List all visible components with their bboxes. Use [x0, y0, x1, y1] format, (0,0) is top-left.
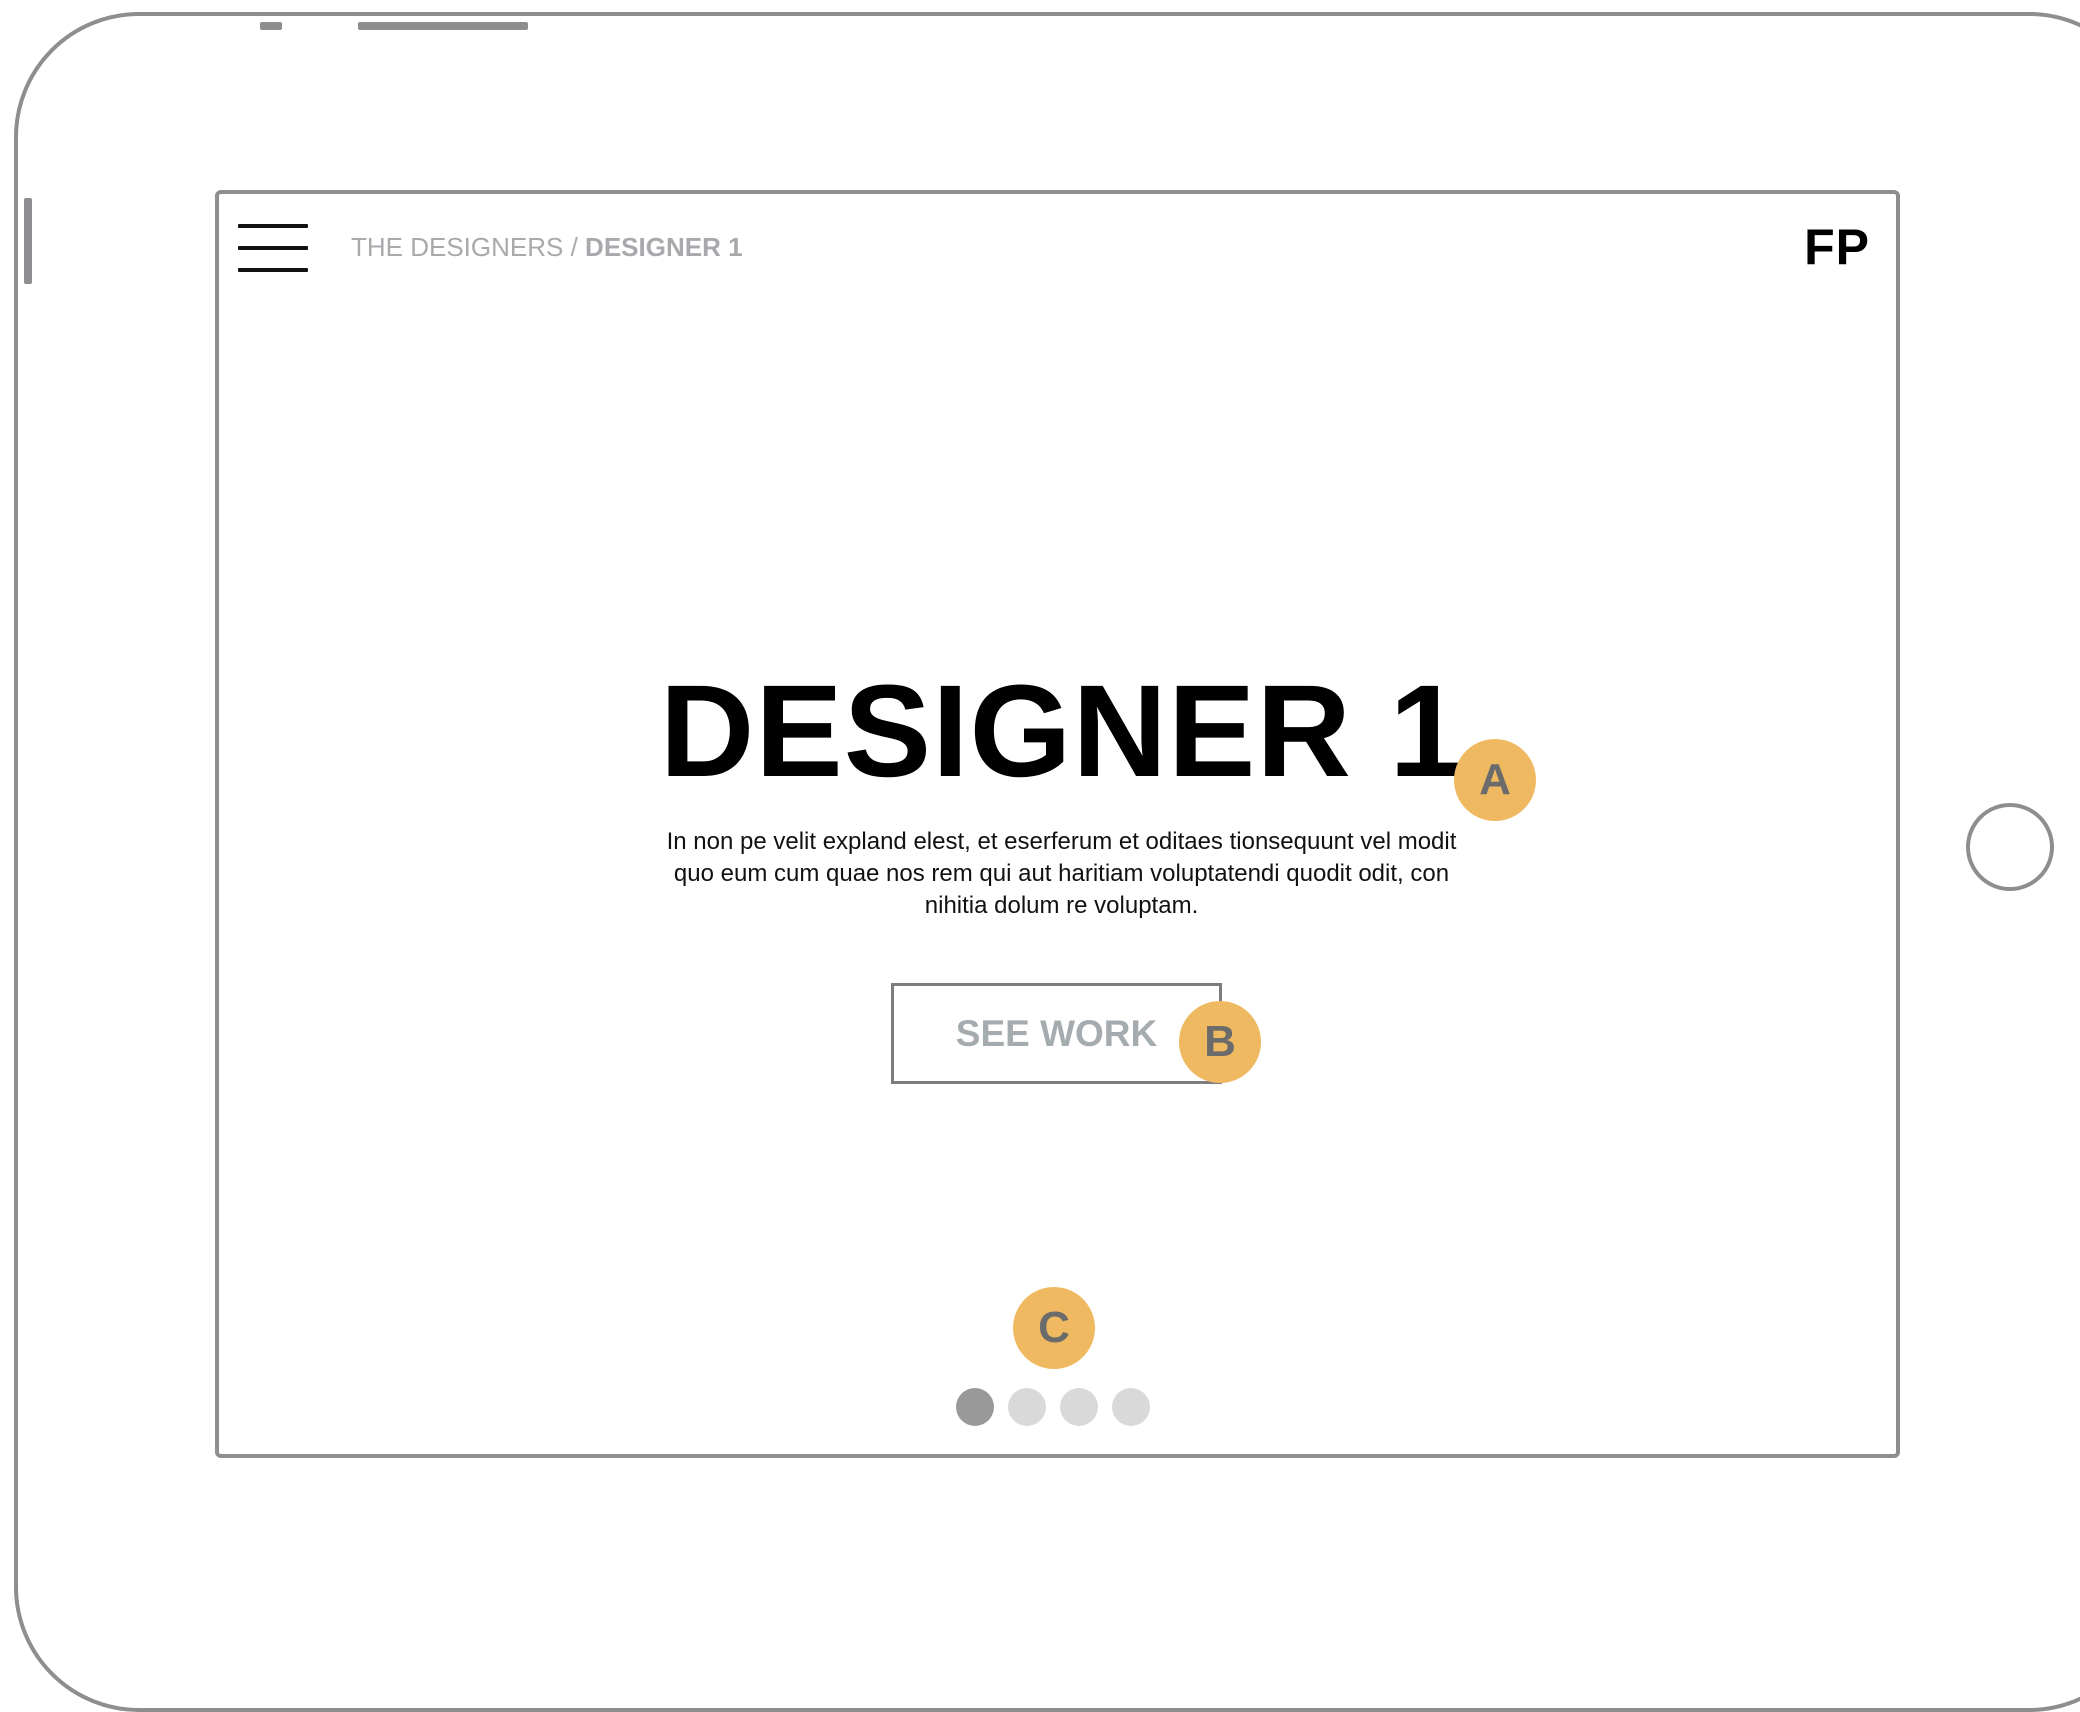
breadcrumb: THE DESIGNERS / DESIGNER 1	[351, 232, 743, 262]
pagination-dot-4[interactable]	[1112, 1388, 1150, 1426]
breadcrumb-current: DESIGNER 1	[585, 232, 743, 262]
pagination-dot-1[interactable]	[956, 1388, 994, 1426]
home-button[interactable]	[1966, 803, 2054, 891]
logo[interactable]: FP	[1804, 222, 1870, 272]
breadcrumb-parent-link[interactable]: THE DESIGNERS	[351, 232, 563, 262]
menu-bar	[238, 268, 308, 272]
pagination-dot-3[interactable]	[1060, 1388, 1098, 1426]
menu-bar	[238, 224, 308, 228]
menu-bar	[238, 246, 308, 250]
pagination-dots	[956, 1388, 1150, 1426]
hardware-top-button	[260, 22, 282, 30]
hamburger-menu-icon[interactable]	[238, 224, 308, 274]
power-button	[358, 22, 528, 30]
volume-button	[24, 198, 32, 284]
designer-description: In non pe velit expland elest, et eserfe…	[666, 828, 1457, 919]
annotation-marker-a: A	[1454, 739, 1536, 821]
annotation-marker-b: B	[1179, 1001, 1261, 1083]
annotation-marker-c: C	[1013, 1287, 1095, 1369]
tablet-screen: THE DESIGNERS / DESIGNER 1 FP DESIGNER 1…	[215, 190, 1900, 1458]
see-work-button[interactable]: SEE WORK	[891, 983, 1222, 1084]
breadcrumb-separator: /	[563, 232, 586, 262]
page-title: DESIGNER 1	[659, 657, 1464, 804]
pagination-dot-2[interactable]	[1008, 1388, 1046, 1426]
